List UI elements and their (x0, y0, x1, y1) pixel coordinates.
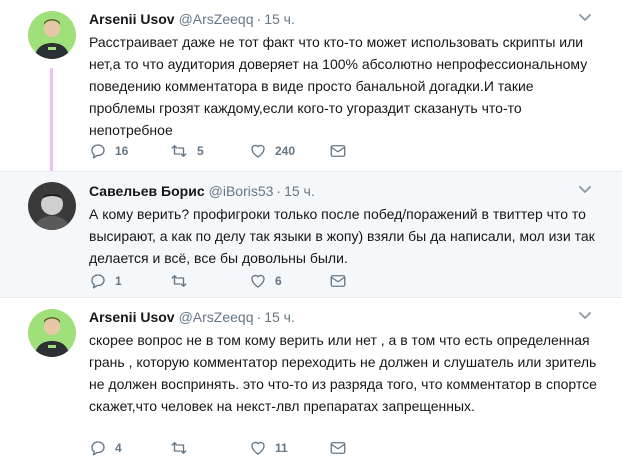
avatar[interactable] (28, 11, 76, 59)
reply-icon (89, 439, 107, 457)
like-icon (249, 439, 267, 457)
retweet-button[interactable] (169, 438, 197, 458)
avatar[interactable] (28, 309, 76, 357)
user-handle[interactable]: @ArsZeeqq (179, 11, 254, 27)
timestamp[interactable]: 15 ч. (264, 309, 295, 325)
display-name[interactable]: Arsenii Usov (89, 309, 175, 325)
direct-message-icon (329, 272, 347, 290)
retweet-button[interactable]: 5 (169, 141, 204, 161)
direct-message-icon (329, 142, 347, 160)
tweet-text: скорее вопрос не в том кому верить или н… (89, 332, 597, 414)
caret-down-icon[interactable] (578, 184, 592, 194)
reply-button[interactable]: 16 (89, 141, 128, 161)
retweet-icon (169, 439, 189, 457)
direct-message-button[interactable] (329, 271, 347, 291)
like-button[interactable]: 11 (249, 438, 288, 458)
avatar[interactable] (28, 182, 76, 230)
caret-down-icon[interactable] (578, 12, 592, 22)
like-icon (249, 142, 267, 160)
display-name[interactable]: Савельев Борис (89, 183, 205, 199)
tweet-text: А кому верить? профигроки только после п… (89, 206, 595, 266)
reply-button[interactable]: 4 (89, 438, 122, 458)
like-count: 240 (275, 144, 296, 158)
reply-count: 4 (115, 441, 122, 455)
direct-message-button[interactable] (329, 141, 347, 161)
retweet-button[interactable] (169, 271, 197, 291)
direct-message-icon (329, 439, 347, 457)
timestamp[interactable]: 15 ч. (284, 183, 315, 199)
separator-dot: · (256, 11, 262, 27)
reply-count: 1 (115, 274, 122, 288)
tweet-text: Расстраивает даже не тот факт что кто-то… (89, 34, 588, 138)
reply-button[interactable]: 1 (89, 271, 122, 291)
retweet-icon (169, 142, 189, 160)
separator-dot: · (276, 183, 282, 199)
tweet-header: Савельев Борис @iBoris53 · 15 ч. (89, 182, 315, 200)
like-count: 11 (275, 441, 288, 455)
reply-count: 16 (115, 144, 129, 158)
caret-down-icon[interactable] (578, 310, 592, 320)
timestamp[interactable]: 15 ч. (264, 11, 295, 27)
tweet-header: Arsenii Usov @ArsZeeqq · 15 ч. (89, 10, 295, 28)
like-button[interactable]: 240 (249, 141, 295, 161)
direct-message-button[interactable] (329, 438, 347, 458)
separator-dot: · (256, 309, 262, 325)
retweet-icon (169, 272, 189, 290)
display-name[interactable]: Arsenii Usov (89, 11, 175, 27)
tweet[interactable]: Савельев Борис @iBoris53 · 15 ч. А кому вер… (0, 171, 622, 298)
like-count: 6 (275, 274, 282, 288)
like-icon (249, 272, 267, 290)
retweet-count: 5 (197, 144, 204, 158)
tweet[interactable]: Arsenii Usov @ArsZeeqq · 15 ч. скорее вопро… (0, 298, 622, 459)
tweet[interactable]: Arsenii Usov @ArsZeeqq · 15 ч. Расстраивает… (0, 0, 622, 171)
reply-icon (89, 272, 107, 290)
reply-icon (89, 142, 107, 160)
thread-connector-line (50, 68, 53, 171)
tweet-header: Arsenii Usov @ArsZeeqq · 15 ч. (89, 308, 295, 326)
like-button[interactable]: 6 (249, 271, 282, 291)
user-handle[interactable]: @ArsZeeqq (179, 309, 254, 325)
user-handle[interactable]: @iBoris53 (209, 183, 274, 199)
